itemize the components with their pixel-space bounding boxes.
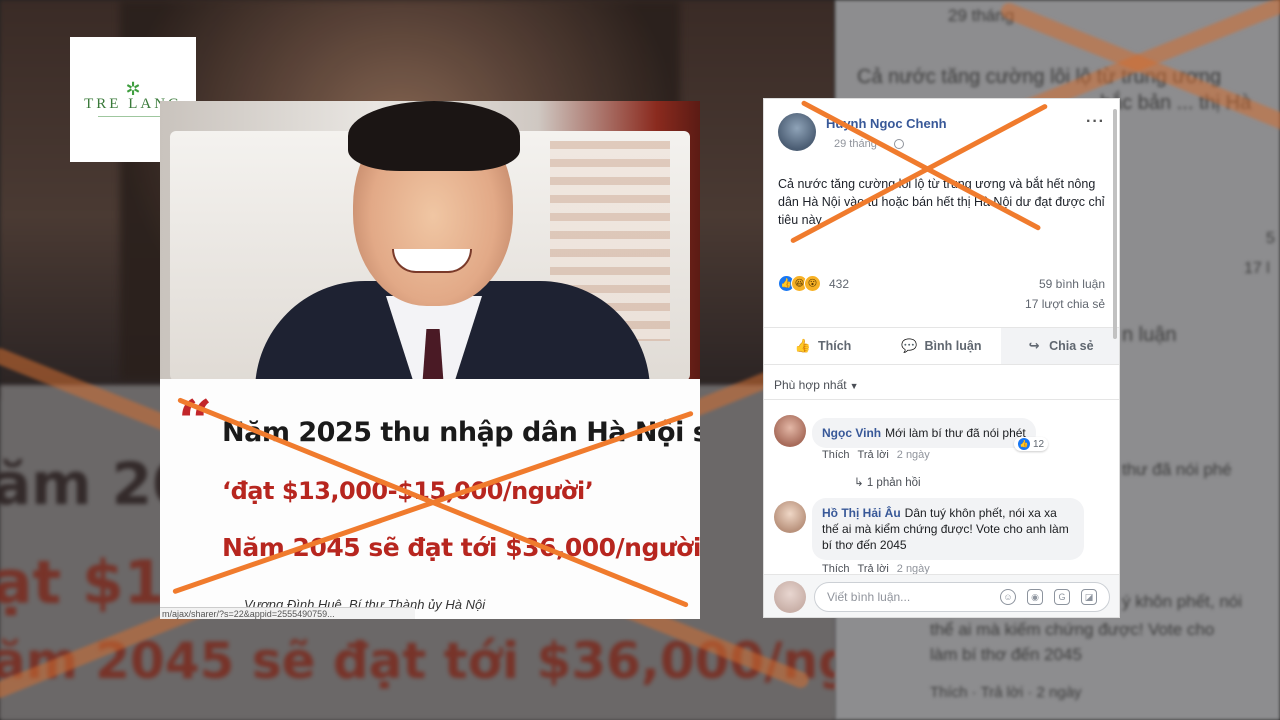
globe-icon: [894, 139, 904, 149]
emoji-icon[interactable]: ☺: [1000, 589, 1016, 605]
background-post-text: 5: [1266, 230, 1275, 247]
share-icon: ↪: [1028, 338, 1040, 353]
thumbs-up-icon: 👍: [794, 338, 812, 353]
comment-button[interactable]: 💬 Bình luận: [882, 328, 1000, 364]
comment-sort-dropdown[interactable]: Phù hợp nhất ▼: [774, 378, 859, 392]
gif-icon[interactable]: G: [1054, 589, 1070, 605]
commenter-name[interactable]: Ngọc Vinh: [822, 426, 881, 440]
photo-hair: [348, 101, 520, 171]
viewer-avatar: [774, 581, 806, 613]
comments-count-link[interactable]: 59 bình luận: [1039, 277, 1105, 291]
video-frame: ăm 202 ạt $13,0 ăm 2045 sẽ đạt tới $36,0…: [0, 0, 1280, 720]
background-post-text: 17 l: [1244, 260, 1270, 277]
commenter-avatar[interactable]: [774, 415, 806, 447]
comment-time[interactable]: 2 ngày: [897, 449, 930, 461]
like-mini-icon: 👍: [1018, 438, 1030, 450]
background-post-text: thư đã nói phé: [1122, 460, 1232, 479]
chevron-down-icon: ▼: [849, 381, 859, 391]
commenter-name[interactable]: Hồ Thị Hải Âu: [822, 506, 901, 520]
background-post-text: thể ai mà kiếm chứng được! Vote cho: [930, 620, 1215, 639]
comment-text: Mới làm bí thư đã nói phét: [885, 426, 1026, 440]
like-button-label: Thích: [817, 339, 852, 353]
reaction-count: 432: [829, 276, 850, 291]
portrait-photo: [160, 101, 700, 379]
status-bar-url: m/ajax/sharer/?s=22&appid=2555490759...: [160, 607, 415, 619]
comment-reply-action[interactable]: Trả lời: [858, 449, 889, 461]
reactions-summary[interactable]: 👍 😆 😮 432: [778, 275, 849, 292]
scrollbar[interactable]: [1113, 109, 1117, 339]
camera-icon[interactable]: ◉: [1027, 589, 1043, 605]
background-post-text: Thích · Trả lời · 2 ngày: [930, 684, 1082, 701]
leaf-icon: ✲: [125, 79, 141, 99]
background-post-text: ý khôn phết, nói: [1122, 592, 1243, 611]
like-button[interactable]: 👍 Thích: [764, 328, 882, 364]
comment-like-action[interactable]: Thích: [822, 449, 850, 461]
divider: [764, 399, 1119, 400]
photo-smile: [392, 249, 472, 273]
comment-bubble: Ngọc Vinh Mới làm bí thư đã nói phét: [812, 418, 1036, 448]
background-post-text: n luận: [1122, 324, 1177, 346]
replies-count: 1 phản hồi: [866, 477, 921, 489]
post-action-bar: 👍 Thích 💬 Bình luận ↪ Chia sẻ: [764, 327, 1119, 365]
author-avatar[interactable]: [778, 113, 816, 151]
reply-arrow-icon: ↳: [854, 477, 867, 489]
wow-reaction-icon: 😮: [804, 275, 821, 292]
quote-image-card: “ Năm 2025 thu nhập dân Hà Nội sẽ ‘đạt $…: [160, 101, 700, 619]
background-post-text: làm bí thơ đến 2045: [930, 645, 1082, 664]
facebook-post: Huynh Ngoc Chenh 29 tháng ··· Cả nước tă…: [763, 98, 1120, 618]
comment-bubble: Hồ Thị Hải Âu Dân tuý khôn phết, nói xa x…: [812, 498, 1084, 560]
comment-like-number: 12: [1033, 438, 1045, 450]
more-options-button[interactable]: ···: [1086, 113, 1105, 131]
commenter-avatar[interactable]: [774, 501, 806, 533]
comment-like-count[interactable]: 👍 12: [1014, 437, 1049, 451]
sticker-icon[interactable]: ◪: [1081, 589, 1097, 605]
share-button-label: Chia sẻ: [1049, 339, 1094, 353]
comment-composer: Viết bình luận... ☺ ◉ G ◪: [764, 574, 1119, 617]
view-replies-link[interactable]: ↳ 1 phản hồi: [854, 475, 921, 489]
logo-underline: [98, 116, 168, 117]
comment-button-label: Bình luận: [924, 339, 982, 353]
comment-meta: Thích Trả lời 2 ngày: [822, 449, 930, 461]
composer-tools: ☺ ◉ G ◪: [1000, 589, 1097, 605]
shares-count-link[interactable]: 17 lượt chia sẻ: [1025, 297, 1105, 311]
comment-icon: 💬: [901, 338, 918, 353]
share-button[interactable]: ↪ Chia sẻ: [1000, 328, 1119, 364]
sort-label: Phù hợp nhất: [774, 378, 847, 392]
